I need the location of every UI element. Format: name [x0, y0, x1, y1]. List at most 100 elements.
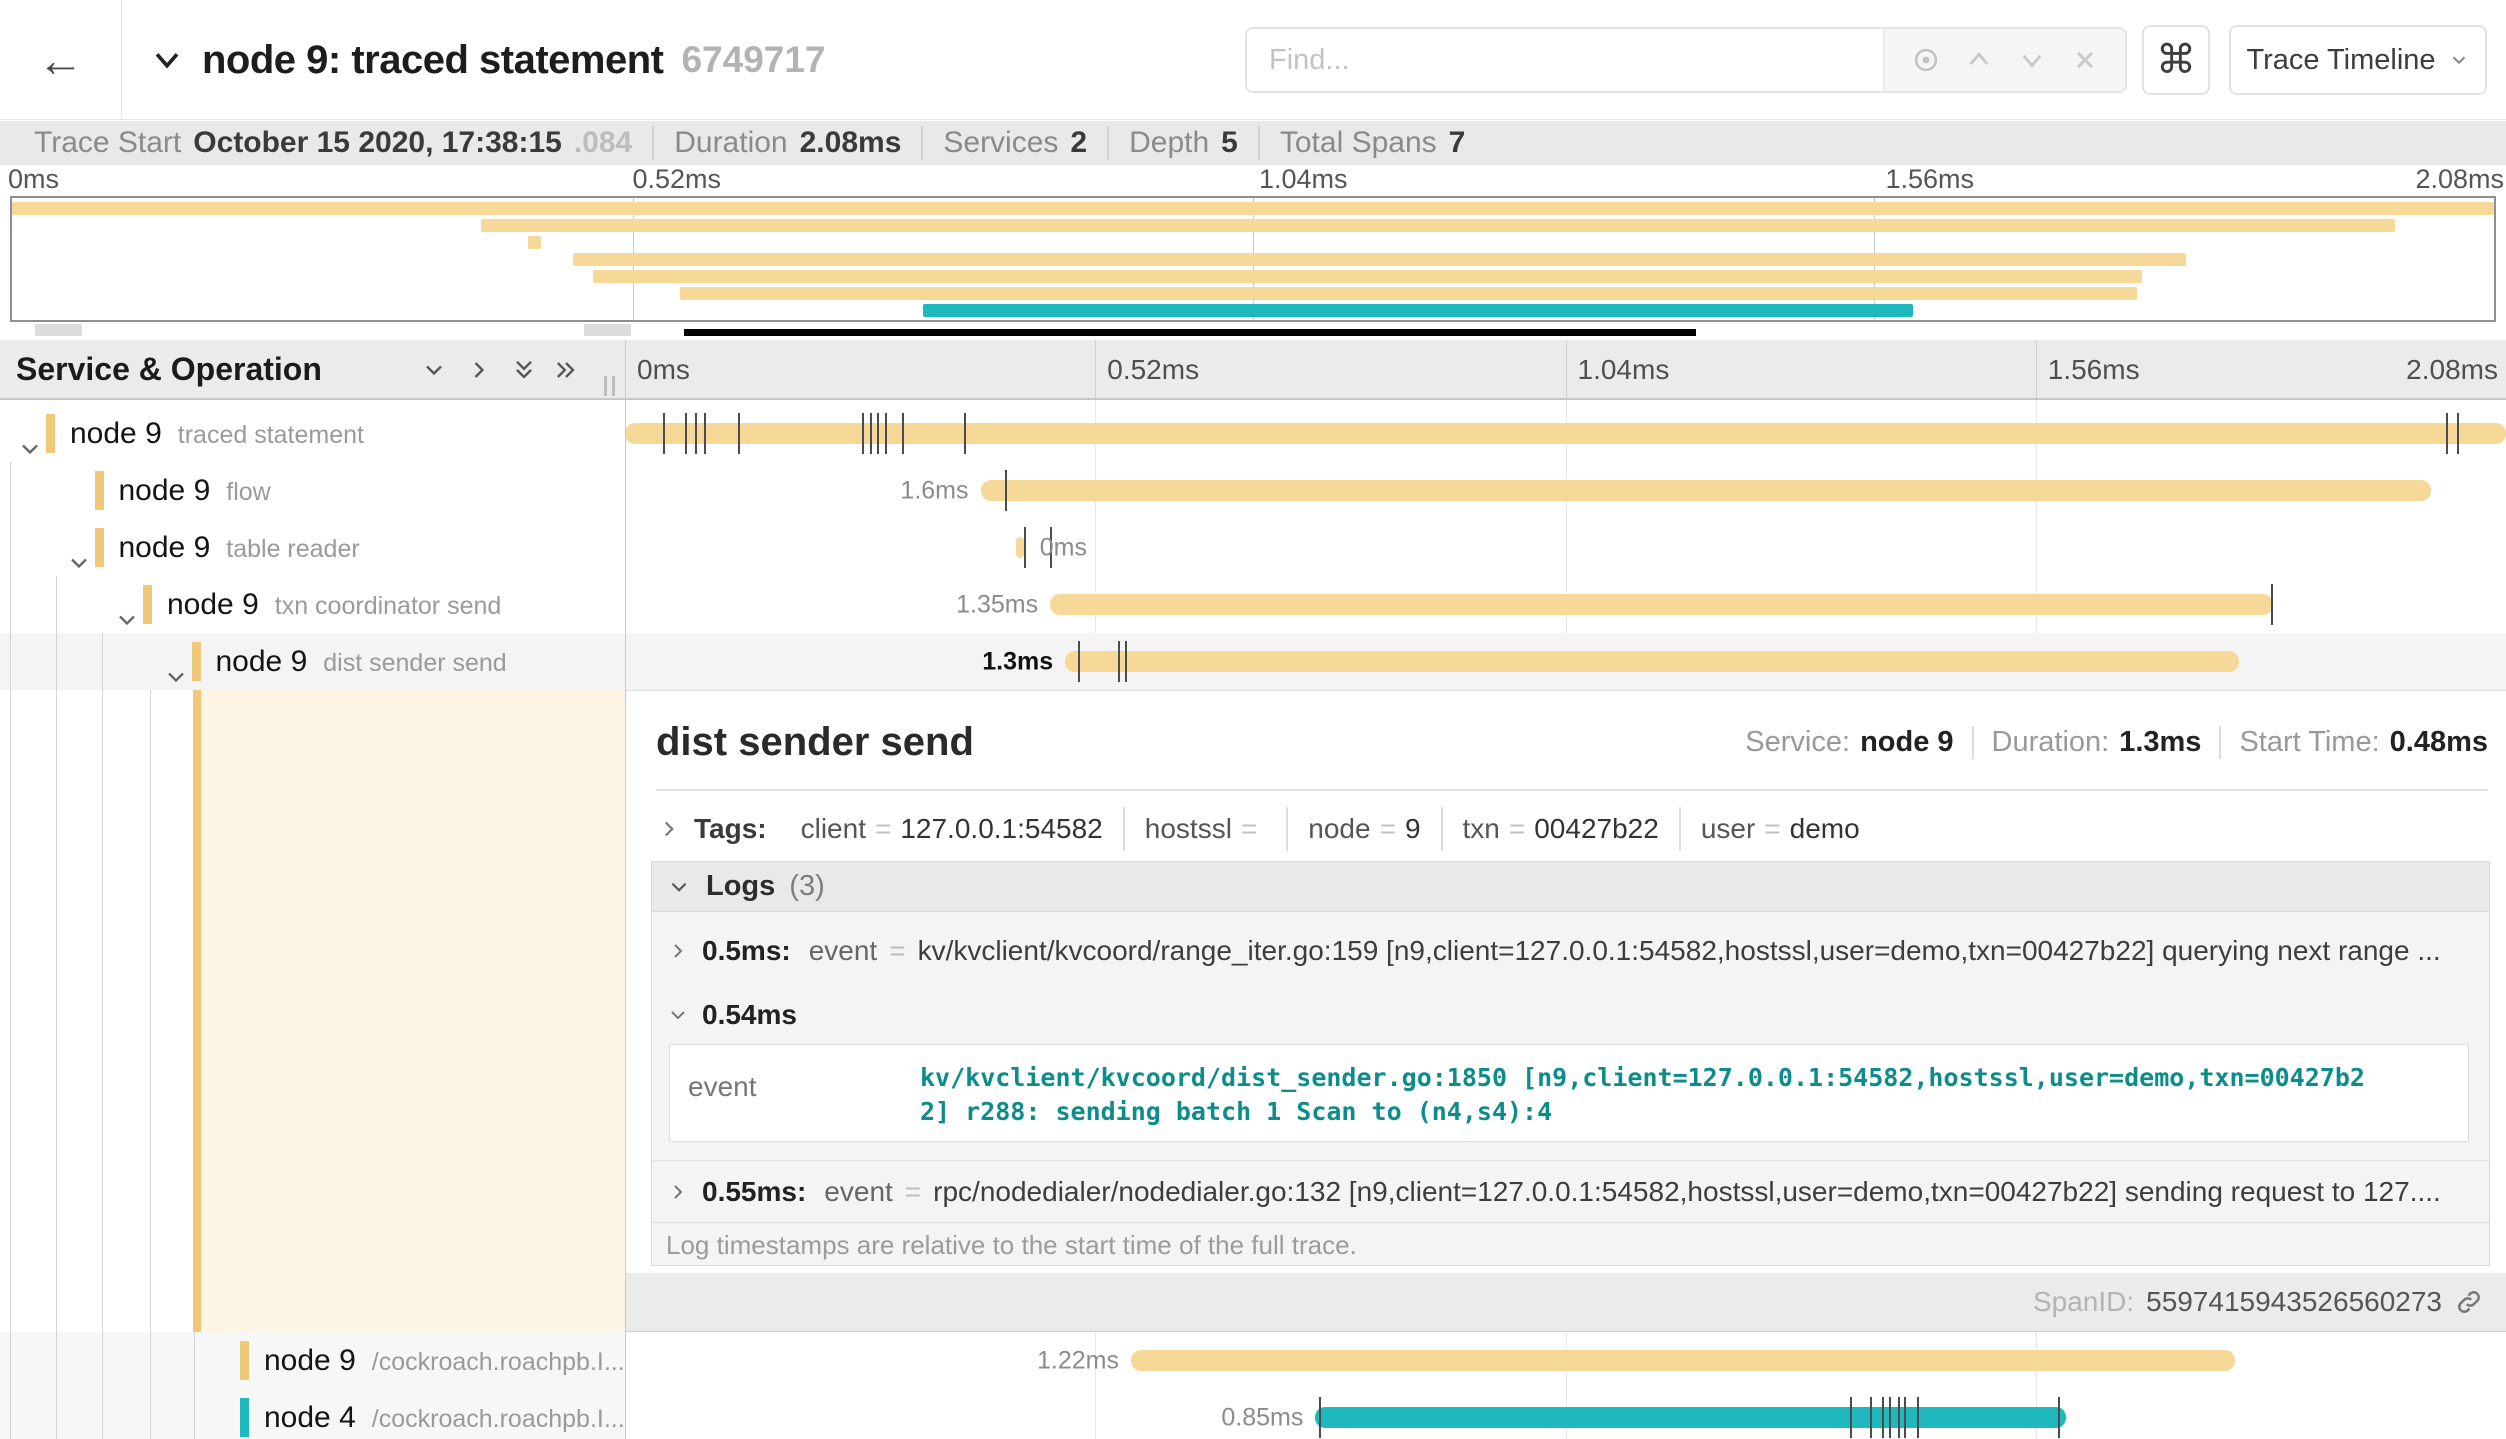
tags-row[interactable]: Tags: client=127.0.0.1:54582 hostssl= no… — [656, 803, 2488, 855]
span-lane[interactable]: 1.3ms — [625, 633, 2506, 690]
minimap-drag-handle[interactable] — [35, 324, 82, 336]
minimap-span — [923, 304, 1913, 317]
chevron-right-icon — [666, 939, 690, 963]
log-equals: = — [889, 935, 905, 967]
minimap-scrubber[interactable] — [10, 324, 2496, 338]
column-divider[interactable] — [625, 340, 626, 1439]
span-row-6[interactable]: node 9/cockroach.roachpb.I... 1.22ms — [0, 1332, 2506, 1389]
service-color-bar — [143, 585, 152, 624]
column-resize-handle[interactable] — [604, 376, 615, 396]
chevron-down-icon — [2448, 49, 2470, 71]
tag-client: client=127.0.0.1:54582 — [781, 807, 1123, 851]
chevron-down-icon[interactable] — [162, 663, 190, 690]
log-timestamp: 0.55ms: — [702, 1176, 806, 1208]
span-lane[interactable]: 1.6ms — [625, 462, 2506, 519]
kv-value[interactable]: kv/kvclient/kvcoord/dist_sender.go:1850 … — [920, 1045, 2385, 1141]
span-tree-cell[interactable]: node 4/cockroach.roachpb.I... — [0, 1389, 625, 1439]
span-lane[interactable] — [625, 405, 2506, 462]
span-detail-header: dist sender send Service:node 9 Duration… — [656, 713, 2488, 771]
service-color-bar — [95, 471, 104, 510]
ruler-tick-label: 0ms — [637, 354, 690, 386]
span-tree-cell[interactable]: node 9/cockroach.roachpb.I... — [0, 1332, 625, 1389]
span-bar[interactable] — [981, 480, 2431, 501]
minimap-tick-label: 0.52ms — [633, 164, 722, 195]
locate-icon[interactable] — [1909, 43, 1943, 77]
span-row-3[interactable]: node 9table reader0ms — [0, 519, 2506, 576]
summary-duration: Duration2.08ms — [652, 126, 921, 160]
span-lane[interactable]: 0.85ms — [625, 1389, 2506, 1439]
service-name: node 4/cockroach.roachpb.I... — [264, 1401, 625, 1435]
log-entry-1[interactable]: 0.5ms: event = kv/kvclient/kvcoord/range… — [652, 912, 2489, 990]
service-color-bar — [192, 642, 201, 681]
minimap-span — [593, 270, 2142, 283]
minimap-tick-label: 0ms — [8, 164, 59, 195]
log-text: kv/kvclient/kvcoord/range_iter.go:159 [n… — [918, 935, 2441, 967]
span-tree-cell[interactable]: node 9dist sender send — [0, 633, 625, 690]
log-entry-3[interactable]: 0.55ms: event = rpc/nodedialer/nodediale… — [652, 1160, 2489, 1222]
span-bar[interactable] — [1131, 1350, 2235, 1371]
prev-result-icon[interactable] — [1962, 43, 1996, 77]
log-key: event — [809, 935, 878, 967]
log-timestamp: 0.54ms — [702, 999, 797, 1031]
next-result-icon[interactable] — [2015, 43, 2049, 77]
span-detail-panel: dist sender send Service:node 9 Duration… — [626, 690, 2506, 1332]
chevron-down-icon[interactable] — [113, 606, 141, 633]
span-bar[interactable] — [1016, 537, 1024, 558]
link-icon[interactable] — [2454, 1287, 2484, 1317]
span-row-1[interactable]: node 9traced statement — [0, 405, 2506, 462]
log-marker-tick — [695, 413, 697, 454]
chevron-down-icon[interactable] — [16, 435, 44, 462]
span-bar[interactable] — [1315, 1407, 2066, 1428]
collapse-one-icon[interactable] — [420, 356, 448, 384]
span-lane[interactable]: 1.22ms — [625, 1332, 2506, 1389]
chevron-down-icon[interactable] — [65, 549, 93, 576]
expand-one-icon[interactable] — [465, 356, 493, 384]
ruler-lane: 0ms0.52ms1.04ms1.56ms2.08ms — [625, 340, 2506, 398]
find-input[interactable] — [1247, 29, 1883, 91]
span-tree-cell[interactable]: node 9flow — [0, 462, 625, 519]
tag-txn: txn=00427b22 — [1441, 807, 1679, 851]
collapse-trace-chevron-icon[interactable] — [150, 43, 184, 77]
kv-key: event — [670, 1045, 920, 1141]
keyboard-shortcuts-button[interactable]: ⌘ — [2142, 25, 2210, 95]
span-duration-label: 1.22ms — [1037, 1346, 1119, 1375]
minimap-viewport-bar[interactable] — [684, 329, 1696, 336]
span-row-4[interactable]: node 9txn coordinator send 1.35ms — [0, 576, 2506, 633]
ruler-tick-label: 0.52ms — [1107, 354, 1199, 386]
log-entry-2-header[interactable]: 0.54ms — [652, 990, 2489, 1040]
span-tree-cell[interactable]: node 9traced statement — [0, 405, 625, 462]
log-marker-tick — [704, 413, 706, 454]
logs-header[interactable]: Logs (3) — [652, 862, 2489, 912]
span-row-2[interactable]: node 9flow1.6ms — [0, 462, 2506, 519]
log-marker-tick — [1850, 1397, 1852, 1438]
find-suffix-buttons — [1883, 29, 2125, 91]
ruler-tick-label: 1.56ms — [2048, 354, 2140, 386]
expand-all-icon[interactable] — [552, 356, 580, 384]
span-bar[interactable] — [1065, 651, 2239, 672]
span-lane[interactable]: 0ms — [625, 519, 2506, 576]
service-name: node 9/cockroach.roachpb.I... — [264, 1344, 625, 1378]
span-lane[interactable]: 1.35ms — [625, 576, 2506, 633]
log-marker-tick — [964, 413, 966, 454]
span-tree-cell[interactable]: node 9txn coordinator send — [0, 576, 625, 633]
span-row-7[interactable]: node 4/cockroach.roachpb.I...0.85ms — [0, 1389, 2506, 1439]
log-marker-tick — [1917, 1397, 1919, 1438]
span-tree-cell[interactable]: node 9table reader — [0, 519, 625, 576]
back-button[interactable]: ← — [0, 0, 122, 120]
clear-search-icon[interactable] — [2068, 43, 2102, 77]
service-name: node 9txn coordinator send — [167, 588, 501, 622]
collapse-all-icon[interactable] — [510, 356, 538, 384]
span-row-5[interactable]: node 9dist sender send 1.3ms — [0, 633, 2506, 690]
span-bar[interactable] — [625, 423, 2506, 444]
view-options-button[interactable]: Trace Timeline — [2229, 25, 2487, 95]
tree-column-title: Service & Operation — [16, 351, 322, 388]
detail-duration: Duration:1.3ms — [1972, 726, 2220, 759]
minimap-drag-handle[interactable] — [584, 324, 631, 336]
span-detail-title: dist sender send — [656, 720, 1727, 765]
service-name: node 9dist sender send — [216, 645, 507, 679]
trace-minimap[interactable] — [10, 196, 2496, 322]
log-marker-tick — [1319, 1397, 1321, 1438]
log-marker-tick — [2457, 413, 2459, 454]
span-bar[interactable] — [1050, 594, 2273, 615]
span-id-row: SpanID: 5597415943526560273 — [626, 1273, 2506, 1331]
